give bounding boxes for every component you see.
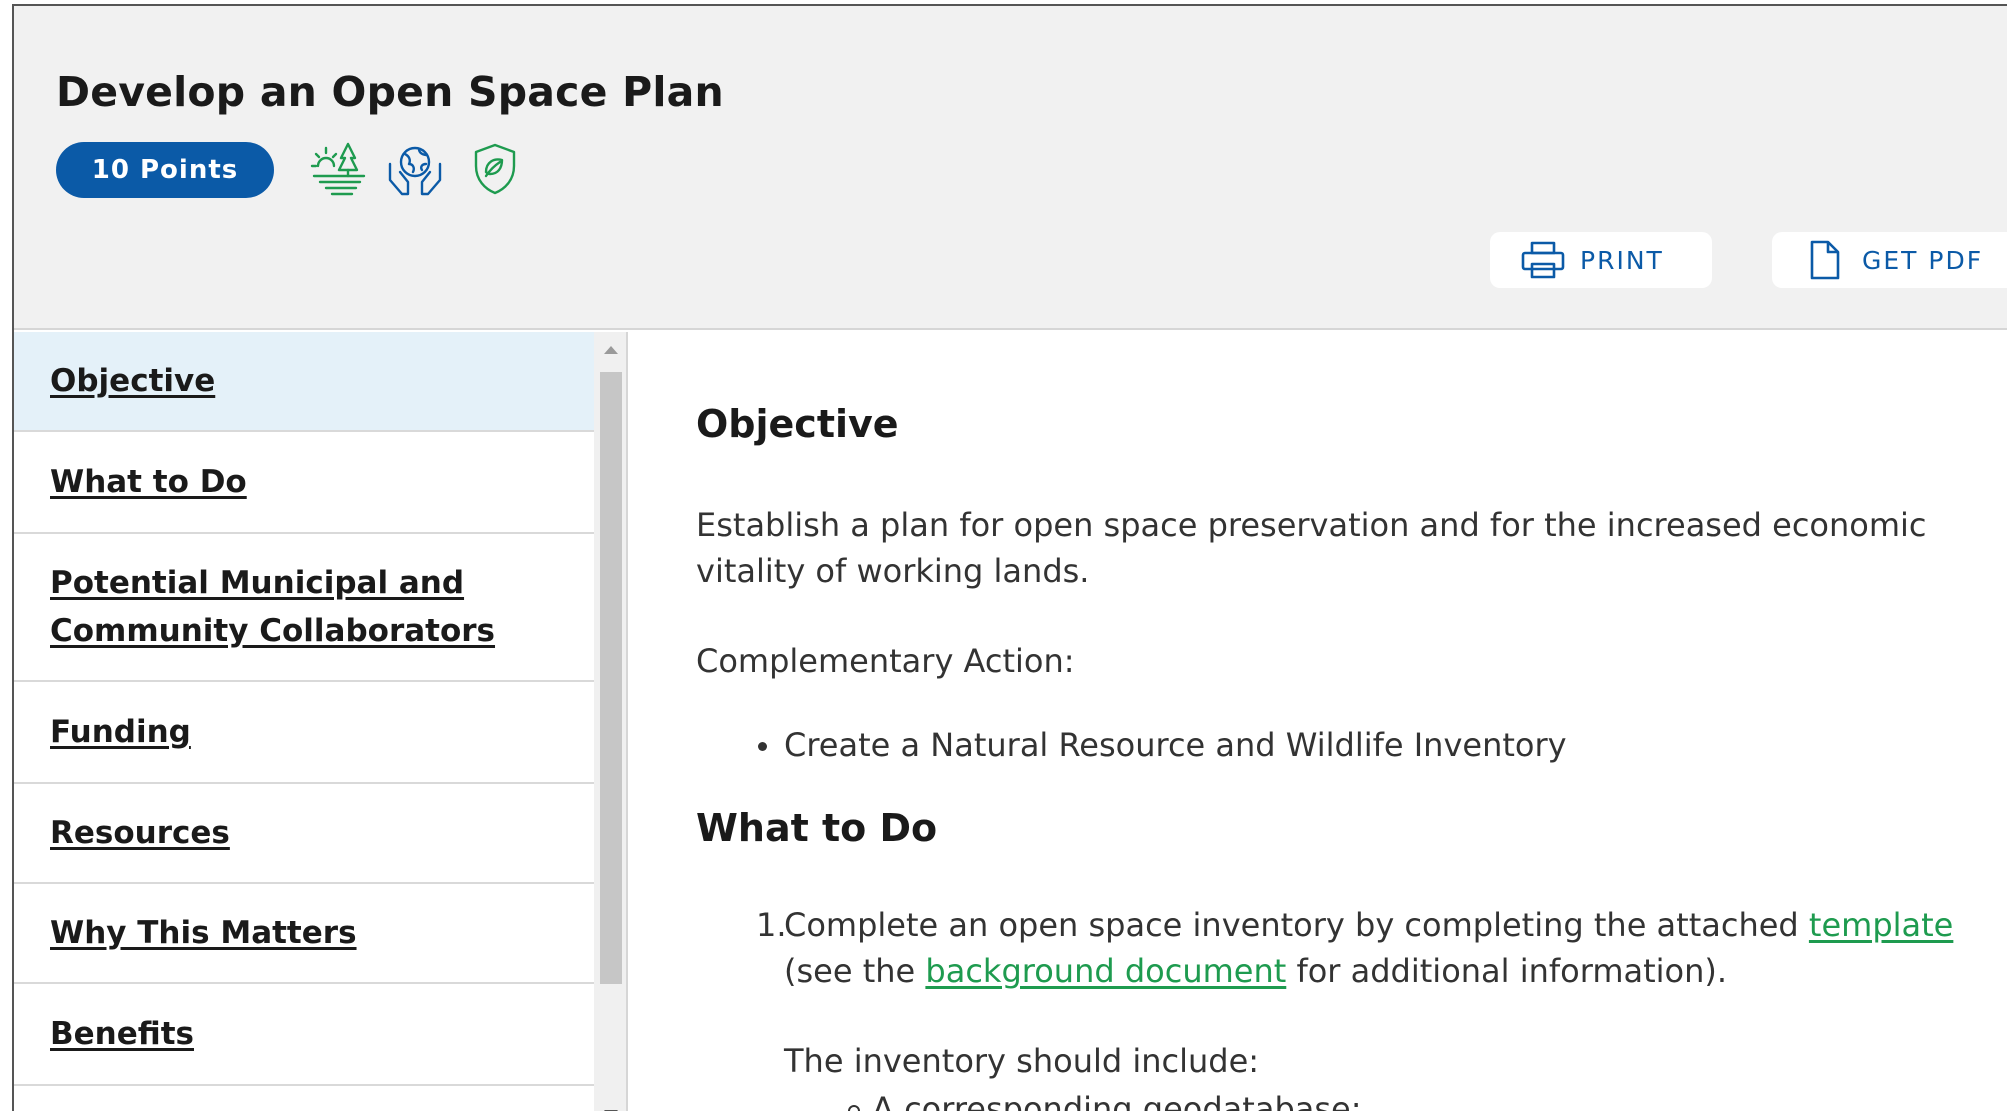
document-icon bbox=[1810, 240, 1840, 280]
nav-item-funding[interactable]: Funding bbox=[14, 682, 594, 784]
points-badge: 10 Points bbox=[56, 142, 274, 198]
complementary-item: Create a Natural Resource and Wildlife I… bbox=[784, 726, 1567, 764]
scroll-up-arrow-icon[interactable] bbox=[604, 346, 618, 354]
nav-link-collaborators[interactable]: Potential Municipal and Community Collab… bbox=[50, 559, 495, 655]
what-to-do-heading: What to Do bbox=[696, 806, 938, 850]
get-pdf-label: GET PDF bbox=[1862, 245, 1984, 275]
step-1-line-2: (see the background document for additio… bbox=[784, 948, 1727, 994]
printer-icon bbox=[1521, 241, 1565, 279]
objective-text-line-2: vitality of working lands. bbox=[696, 552, 1090, 590]
nav-link-what-to-do[interactable]: What to Do bbox=[50, 458, 247, 506]
complementary-label: Complementary Action: bbox=[696, 642, 1075, 680]
objective-text-line-1: Establish a plan for open space preserva… bbox=[696, 506, 1927, 544]
scroll-thumb[interactable] bbox=[600, 372, 622, 984]
page-header: Develop an Open Space Plan 10 Points PRI… bbox=[14, 6, 2007, 330]
nav-item-resources[interactable]: Resources bbox=[14, 784, 594, 884]
inventory-intro: The inventory should include: bbox=[784, 1042, 1260, 1080]
page-title: Develop an Open Space Plan bbox=[56, 68, 724, 116]
globe-in-hands-icon bbox=[386, 140, 444, 198]
template-link[interactable]: template bbox=[1809, 906, 1953, 944]
section-nav: Objective What to Do Potential Municipal… bbox=[14, 332, 594, 1111]
print-label: PRINT bbox=[1580, 245, 1664, 275]
nav-item-benefits[interactable]: Benefits bbox=[14, 984, 594, 1086]
nav-link-objective[interactable]: Objective bbox=[50, 357, 215, 405]
step-1-text-a: Complete an open space inventory by comp… bbox=[784, 906, 1809, 944]
page-frame: Develop an Open Space Plan 10 Points PRI… bbox=[12, 4, 2007, 1111]
get-pdf-button[interactable]: GET PDF bbox=[1772, 232, 2007, 288]
nav-item-collaborators[interactable]: Potential Municipal and Community Collab… bbox=[14, 534, 594, 682]
background-document-link[interactable]: background document bbox=[925, 952, 1286, 990]
nav-link-funding[interactable]: Funding bbox=[50, 708, 191, 756]
sidebar-scrollbar[interactable] bbox=[594, 332, 628, 1111]
nav-item-what-to-do[interactable]: What to Do bbox=[14, 432, 594, 534]
landscape-sun-trees-icon bbox=[310, 140, 368, 198]
step-1-text-c: for additional information). bbox=[1286, 952, 1728, 990]
sub-bullet-circle bbox=[848, 1105, 860, 1111]
nav-item-why-this-matters[interactable]: Why This Matters bbox=[14, 884, 594, 984]
shield-leaf-icon bbox=[466, 140, 524, 198]
nav-link-benefits[interactable]: Benefits bbox=[50, 1010, 194, 1058]
step-1-text-b: (see the bbox=[784, 952, 926, 990]
nav-link-resources[interactable]: Resources bbox=[50, 809, 230, 857]
objective-heading: Objective bbox=[696, 402, 899, 446]
nav-link-collaborators-line-2: Community Collaborators bbox=[50, 613, 496, 649]
nav-link-why-this-matters[interactable]: Why This Matters bbox=[50, 909, 357, 957]
step-1-number: 1. bbox=[756, 906, 787, 944]
step-1-line-1: Complete an open space inventory by comp… bbox=[784, 902, 1953, 948]
nav-link-collaborators-line-1: Potential Municipal and bbox=[50, 565, 465, 601]
inventory-item-1: A corresponding geodatabase; bbox=[872, 1090, 1362, 1111]
nav-item-objective[interactable]: Objective bbox=[14, 332, 594, 432]
print-button[interactable]: PRINT bbox=[1490, 232, 1712, 288]
bullet-dot bbox=[758, 742, 767, 751]
